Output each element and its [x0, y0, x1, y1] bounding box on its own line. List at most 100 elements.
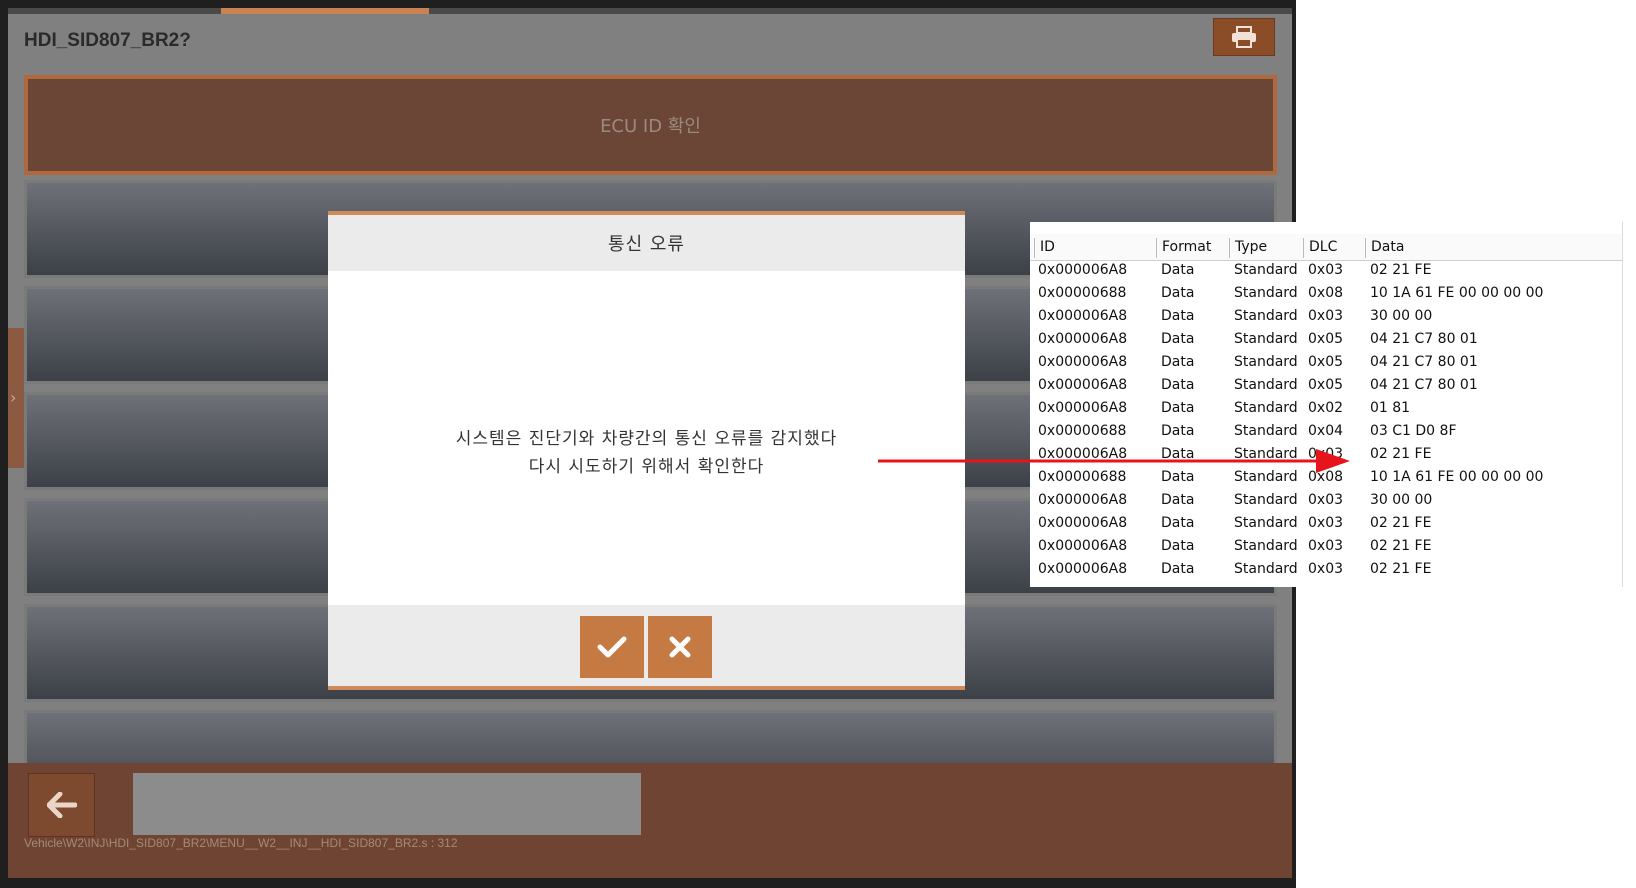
- cell-data: 02 21 FE: [1370, 262, 1432, 278]
- cell-format: Data: [1161, 331, 1195, 347]
- cell-format: Data: [1161, 262, 1195, 278]
- column-header-type[interactable]: Type: [1229, 238, 1267, 258]
- cell-type: Standard: [1234, 538, 1298, 554]
- cell-format: Data: [1161, 423, 1195, 439]
- dialog-title: 통신 오류: [608, 234, 685, 255]
- cell-format: Data: [1161, 515, 1195, 531]
- column-header-id[interactable]: ID: [1034, 238, 1055, 258]
- cell-dlc: 0x04: [1308, 423, 1344, 439]
- table-header: ID Format Type DLC Data: [1030, 234, 1622, 261]
- active-tab-indicator[interactable]: [221, 8, 429, 14]
- cell-format: Data: [1161, 561, 1195, 577]
- ecu-id-check-button[interactable]: ECU ID 확인: [24, 75, 1277, 175]
- print-button[interactable]: [1213, 18, 1275, 56]
- cell-data: 04 21 C7 80 01: [1370, 354, 1478, 370]
- dialog-header: 통신 오류: [328, 215, 965, 271]
- cell-format: Data: [1161, 492, 1195, 508]
- ecu-id-check-label: ECU ID 확인: [600, 116, 701, 137]
- cell-type: Standard: [1234, 492, 1298, 508]
- cell-id: 0x000006A8: [1038, 561, 1128, 577]
- cell-dlc: 0x03: [1308, 561, 1344, 577]
- cell-dlc: 0x05: [1308, 331, 1344, 347]
- annotation-arrow: [878, 449, 1350, 473]
- cell-type: Standard: [1234, 262, 1298, 278]
- arrow-left-icon: [46, 792, 77, 818]
- confirm-button[interactable]: [580, 616, 644, 678]
- cell-id: 0x000006A8: [1038, 262, 1128, 278]
- cell-data: 03 C1 D0 8F: [1370, 423, 1457, 439]
- cell-type: Standard: [1234, 423, 1298, 439]
- cell-dlc: 0x03: [1308, 262, 1344, 278]
- cell-dlc: 0x03: [1308, 515, 1344, 531]
- table-row[interactable]: 0x000006A8 Data Standard 0x03 02 21 FE: [1030, 260, 1622, 283]
- cell-id: 0x000006A8: [1038, 354, 1128, 370]
- cell-format: Data: [1161, 308, 1195, 324]
- communication-error-dialog: 통신 오류 시스템은 진단기와 차량간의 통신 오류를 감지했다 다시 시도하기…: [328, 211, 965, 690]
- table-row[interactable]: 0x000006A8 Data Standard 0x03 30 00 00: [1030, 490, 1622, 513]
- page-title: HDI_SID807_BR2?: [24, 30, 191, 51]
- cell-data: 30 00 00: [1370, 492, 1433, 508]
- cell-data: 10 1A 61 FE 00 00 00 00: [1370, 285, 1544, 301]
- cell-dlc: 0x05: [1308, 354, 1344, 370]
- table-row[interactable]: 0x00000688 Data Standard 0x08 10 1A 61 FE 00…: [1030, 283, 1622, 306]
- cell-id: 0x000006A8: [1038, 400, 1128, 416]
- cell-id: 0x00000688: [1038, 285, 1127, 301]
- cell-dlc: 0x02: [1308, 400, 1344, 416]
- cancel-button[interactable]: [648, 616, 712, 678]
- cell-id: 0x000006A8: [1038, 515, 1128, 531]
- cell-dlc: 0x08: [1308, 285, 1344, 301]
- cell-type: Standard: [1234, 400, 1298, 416]
- cell-dlc: 0x05: [1308, 377, 1344, 393]
- cell-type: Standard: [1234, 308, 1298, 324]
- cell-data: 02 21 FE: [1370, 561, 1432, 577]
- cell-type: Standard: [1234, 515, 1298, 531]
- back-button[interactable]: [28, 773, 95, 837]
- printer-icon: [1232, 26, 1256, 48]
- cell-data: 02 21 FE: [1370, 515, 1432, 531]
- cell-data: 04 21 C7 80 01: [1370, 331, 1478, 347]
- cell-id: 0x000006A8: [1038, 331, 1128, 347]
- table-row[interactable]: 0x000006A8 Data Standard 0x05 04 21 C7 80 01: [1030, 352, 1622, 375]
- can-trace-table: ID Format Type DLC Data 0x000006A8 Data St…: [1030, 222, 1623, 587]
- cell-data: 10 1A 61 FE 00 00 00 00: [1370, 469, 1544, 485]
- cell-data: 01 81: [1370, 400, 1411, 416]
- cell-type: Standard: [1234, 285, 1298, 301]
- cell-type: Standard: [1234, 354, 1298, 370]
- table-row[interactable]: 0x000006A8 Data Standard 0x05 04 21 C7 80 01: [1030, 329, 1622, 352]
- cell-id: 0x00000688: [1038, 423, 1127, 439]
- cell-id: 0x000006A8: [1038, 538, 1128, 554]
- cell-type: Standard: [1234, 377, 1298, 393]
- status-field: [133, 773, 641, 835]
- cell-type: Standard: [1234, 561, 1298, 577]
- table-row[interactable]: 0x000006A8 Data Standard 0x02 01 81: [1030, 398, 1622, 421]
- cell-dlc: 0x03: [1308, 308, 1344, 324]
- table-row[interactable]: 0x00000688 Data Standard 0x04 03 C1 D0 8F: [1030, 421, 1622, 444]
- dialog-message: 시스템은 진단기와 차량간의 통신 오류를 감지했다 다시 시도하기 위해서 확…: [328, 425, 965, 481]
- top-tab-strip: [8, 8, 1292, 14]
- check-icon: [597, 636, 627, 658]
- cell-type: Standard: [1234, 331, 1298, 347]
- cell-format: Data: [1161, 400, 1195, 416]
- table-row[interactable]: 0x000006A8 Data Standard 0x03 02 21 FE: [1030, 513, 1622, 536]
- close-icon: [669, 636, 691, 658]
- cell-format: Data: [1161, 285, 1195, 301]
- cell-id: 0x000006A8: [1038, 492, 1128, 508]
- column-header-data[interactable]: Data: [1365, 238, 1404, 258]
- table-row[interactable]: 0x000006A8 Data Standard 0x03 02 21 FE: [1030, 536, 1622, 559]
- table-row[interactable]: 0x000006A8 Data Standard 0x05 04 21 C7 80 01: [1030, 375, 1622, 398]
- dialog-message-line: 시스템은 진단기와 차량간의 통신 오류를 감지했다: [455, 429, 838, 449]
- table-row[interactable]: 0x000006A8 Data Standard 0x03 02 21 FE: [1030, 559, 1622, 582]
- cell-id: 0x000006A8: [1038, 377, 1128, 393]
- column-header-format[interactable]: Format: [1156, 238, 1211, 258]
- cell-dlc: 0x03: [1308, 492, 1344, 508]
- table-row[interactable]: 0x000006A8 Data Standard 0x03 30 00 00: [1030, 306, 1622, 329]
- cell-data: 04 21 C7 80 01: [1370, 377, 1478, 393]
- dialog-message-line: 다시 시도하기 위해서 확인한다: [528, 457, 765, 477]
- cell-id: 0x000006A8: [1038, 308, 1128, 324]
- cell-format: Data: [1161, 538, 1195, 554]
- cell-format: Data: [1161, 354, 1195, 370]
- dialog-footer: [328, 605, 965, 686]
- column-header-dlc[interactable]: DLC: [1303, 238, 1337, 258]
- chevron-right-icon: ›: [10, 388, 17, 407]
- cell-data: 02 21 FE: [1370, 446, 1432, 462]
